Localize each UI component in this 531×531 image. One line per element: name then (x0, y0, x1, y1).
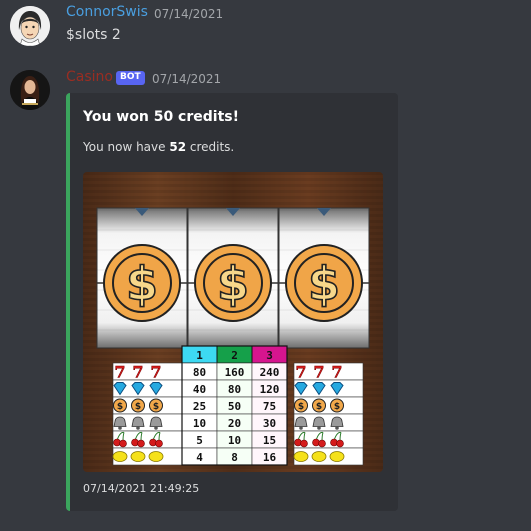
reel-3: $ (278, 207, 370, 349)
svg-text:7: 7 (295, 363, 306, 382)
payout-value: 15 (263, 434, 276, 447)
payout-table: 1 2 37 7 7 7 7 780 160 24040 80 120$ $ $ $ $ $25 50 7510 20… (112, 345, 364, 466)
reel-1: $ (96, 207, 188, 349)
username[interactable]: Casino (66, 69, 113, 85)
payout-value: 40 (193, 383, 206, 396)
seven-icon: 7 (313, 362, 325, 382)
dollar-coin-icon: $ (194, 244, 272, 322)
coin-icon: $ (131, 398, 145, 413)
svg-text:7: 7 (313, 363, 324, 382)
bot-avatar[interactable] (10, 70, 50, 110)
svg-text:$: $ (126, 257, 158, 311)
payout-header-3: 3 (266, 349, 273, 362)
seven-icon: 7 (295, 362, 307, 382)
svg-text:7: 7 (114, 363, 125, 382)
lemon-icon (329, 451, 345, 462)
reel-2: $ (187, 207, 279, 349)
svg-text:7: 7 (132, 363, 143, 382)
payout-value: 75 (263, 400, 276, 413)
payout-value: 25 (193, 400, 206, 413)
svg-text:7: 7 (150, 363, 161, 382)
slot-machine: $ $ $ 1 2 37 7 7 7 7 780 160 24040 80 120$ $ $ $ $ $25 50 75… (83, 172, 383, 472)
message-timestamp: 07/14/2021 (154, 7, 224, 21)
payout-row: 40 80 120 (112, 379, 364, 398)
svg-text:$: $ (135, 402, 141, 412)
message-content: $slots 2 (66, 27, 121, 43)
svg-text:$: $ (316, 402, 322, 412)
lemon-icon (148, 451, 164, 462)
payout-row: 7 7 7 7 7 780 160 240 (112, 362, 364, 382)
payout-value: 5 (196, 434, 203, 447)
slot-machine-image[interactable]: $ $ $ 1 2 3 7 7 7 7 7 7 80 160 240 40 80 120 $ $ $ $ $ $25 50 75… (83, 172, 383, 472)
payout-value: 30 (263, 417, 276, 430)
payout-value: 8 (231, 451, 238, 464)
credits-count: 52 (169, 140, 187, 154)
embed-description: You now have 52 credits. (83, 140, 235, 154)
payout-row: 4 8 16 (112, 447, 364, 466)
payout-value: 16 (263, 451, 277, 464)
message-timestamp: 07/14/2021 (152, 72, 222, 86)
embed: You won 50 credits! You now have 52 cred… (66, 93, 398, 511)
payout-value: 10 (228, 434, 241, 447)
lemon-icon (112, 451, 128, 462)
embed-title: You won 50 credits! (83, 109, 239, 125)
payout-value: 80 (193, 366, 206, 379)
coin-icon: $ (312, 398, 326, 413)
payout-row: 10 20 30 (112, 413, 364, 432)
payout-value: 240 (260, 366, 280, 379)
dollar-coin-icon: $ (285, 244, 363, 322)
lemon-icon (293, 451, 309, 462)
svg-text:7: 7 (331, 363, 342, 382)
username[interactable]: ConnorSwis (66, 4, 148, 20)
svg-text:$: $ (217, 257, 249, 311)
payout-value: 80 (228, 383, 241, 396)
lemon-icon (311, 451, 327, 462)
svg-text:$: $ (308, 257, 340, 311)
seven-icon: 7 (331, 362, 343, 382)
user-avatar[interactable] (10, 6, 50, 46)
payout-value: 4 (196, 451, 203, 464)
payout-header-1: 1 (196, 349, 203, 362)
payout-value: 10 (193, 417, 206, 430)
coin-icon: $ (113, 398, 127, 413)
svg-text:$: $ (153, 402, 159, 412)
coin-icon: $ (330, 398, 344, 413)
bot-tag: BOT (116, 71, 145, 85)
coin-icon: $ (149, 398, 163, 413)
svg-text:$: $ (117, 402, 123, 412)
dollar-coin-icon: $ (103, 244, 181, 322)
payout-value: 50 (228, 400, 241, 413)
reels: $ $ $ (96, 207, 370, 349)
seven-icon: 7 (132, 362, 144, 382)
payout-row: $ $ $ $ $ $25 50 75 (112, 396, 364, 415)
coin-icon: $ (294, 398, 308, 413)
payout-value: 20 (228, 417, 241, 430)
svg-text:$: $ (298, 402, 304, 412)
payout-row: 5 10 15 (112, 430, 364, 449)
embed-footer: 07/14/2021 21:49:25 (83, 482, 200, 495)
svg-text:$: $ (334, 402, 340, 412)
payout-header-2: 2 (231, 349, 238, 362)
lemon-icon (130, 451, 146, 462)
seven-icon: 7 (150, 362, 162, 382)
payout-value: 160 (225, 366, 245, 379)
seven-icon: 7 (114, 362, 126, 382)
payout-value: 120 (260, 383, 280, 396)
